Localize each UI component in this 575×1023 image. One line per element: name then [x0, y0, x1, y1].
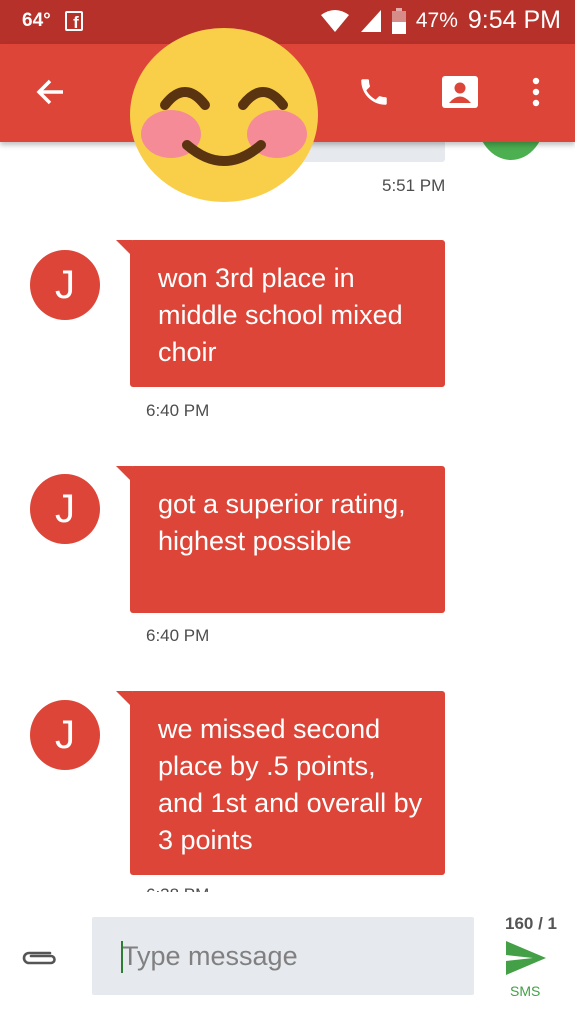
contact-avatar[interactable]: J: [30, 474, 100, 544]
smiling-face-emoji: [130, 28, 318, 202]
more-vert-icon: [532, 77, 540, 107]
overflow-menu-button[interactable]: [510, 66, 562, 118]
message-bubble[interactable]: got a superior rating, highest possible: [116, 466, 445, 613]
wifi-icon: [320, 9, 349, 32]
temperature-indicator: 64°: [22, 10, 51, 31]
conversation-list[interactable]: 5:51 PM J won 3rd place in middle school…: [0, 142, 575, 894]
message-timestamp: 6:40 PM: [146, 626, 210, 645]
back-button[interactable]: [24, 66, 76, 118]
avatar-letter: J: [55, 262, 75, 307]
character-counter: 160 / 1: [505, 914, 557, 933]
message-timestamp: 5:51 PM: [382, 176, 446, 195]
message-timestamp: 6:38 PM: [146, 886, 210, 892]
message-timestamp: 6:40 PM: [146, 401, 210, 420]
contact-avatar[interactable]: J: [30, 700, 100, 770]
message-text: got a superior rating, highest possible: [158, 489, 406, 556]
send-mode-label: SMS: [510, 983, 541, 999]
message-input[interactable]: Type message: [92, 917, 474, 995]
contact-button[interactable]: [434, 66, 486, 118]
signal-icon: [360, 9, 381, 32]
message-text: won 3rd place in middle school mixed cho…: [158, 263, 403, 367]
avatar-letter: J: [55, 486, 75, 531]
contact-card-icon: [442, 76, 478, 108]
avatar-letter: J: [55, 712, 75, 757]
arrow-back-icon: [36, 79, 63, 105]
message-bubble[interactable]: won 3rd place in middle school mixed cho…: [116, 240, 445, 387]
facebook-icon: f: [64, 11, 83, 31]
message-input-placeholder: Type message: [122, 940, 298, 971]
battery-icon: [391, 7, 406, 34]
phone-icon: [361, 79, 387, 105]
sender-avatar-me[interactable]: [476, 142, 546, 160]
message-text: we missed second place by .5 points, and…: [158, 714, 423, 855]
battery-percent: 47%: [415, 8, 458, 32]
send-icon: [506, 941, 546, 975]
compose-bar: Type message 160 / 1 SMS: [0, 894, 575, 1023]
message-bubble[interactable]: we missed second place by .5 points, and…: [116, 691, 445, 875]
send-button[interactable]: [505, 940, 547, 981]
contact-avatar[interactable]: J: [30, 250, 100, 320]
paperclip-icon: [22, 951, 56, 965]
text-cursor: [121, 941, 123, 973]
call-button[interactable]: [348, 66, 400, 118]
attach-button[interactable]: [20, 948, 58, 973]
status-time: 9:54 PM: [467, 6, 561, 34]
